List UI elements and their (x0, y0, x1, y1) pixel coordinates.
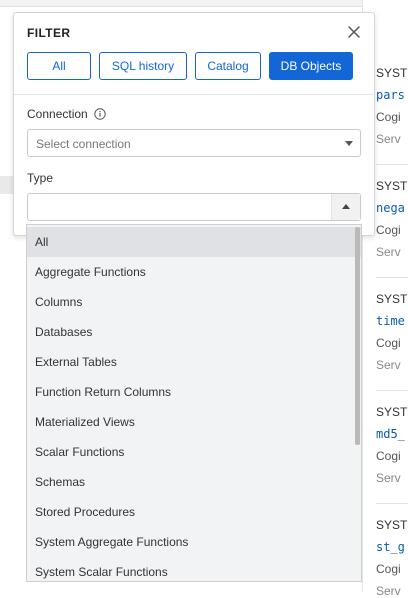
result-source: Cogi (376, 336, 401, 350)
chevron-down-icon (345, 141, 353, 146)
connection-label-row: Connection (27, 107, 106, 121)
result-source: Cogi (376, 110, 401, 124)
card-divider (376, 390, 408, 391)
top-toolbar-strip (0, 0, 408, 7)
card-divider (376, 164, 408, 165)
dropdown-option[interactable]: All (27, 227, 361, 257)
dropdown-scrollbar[interactable] (355, 227, 360, 445)
result-name[interactable]: pars (376, 88, 408, 102)
tab-all[interactable]: All (27, 52, 91, 80)
info-icon[interactable] (94, 108, 106, 120)
dropdown-option[interactable]: External Tables (27, 347, 361, 377)
dropdown-option[interactable]: Stored Procedures (27, 497, 361, 527)
chevron-up-icon (342, 204, 350, 209)
result-type: SYST (376, 405, 408, 419)
result-name[interactable]: st_g (376, 540, 408, 554)
dropdown-option[interactable]: System Aggregate Functions (27, 527, 361, 557)
dropdown-option[interactable]: Schemas (27, 467, 361, 497)
connection-placeholder: Select connection (36, 137, 131, 151)
type-select-toggle[interactable] (331, 194, 360, 220)
result-type: SYST (376, 518, 408, 532)
dropdown-option[interactable]: Materialized Views (27, 407, 361, 437)
type-label: Type (27, 171, 54, 185)
dropdown-option[interactable]: Columns (27, 287, 361, 317)
result-server: Serv (376, 471, 401, 485)
result-card[interactable]: SYST nega Cogi Serv (376, 179, 408, 259)
type-dropdown-list[interactable]: All Aggregate Functions Columns Database… (26, 224, 362, 582)
dropdown-option[interactable]: System Scalar Functions (27, 557, 361, 581)
dropdown-option[interactable]: Aggregate Functions (27, 257, 361, 287)
filter-panel: FILTER All SQL history Catalog DB Object… (13, 12, 375, 236)
result-type: SYST (376, 292, 408, 306)
result-source: Cogi (376, 562, 401, 576)
tab-sql-history[interactable]: SQL history (99, 52, 187, 80)
connection-select[interactable]: Select connection (27, 129, 361, 157)
result-card[interactable]: SYST st_g Cogi Serv (376, 518, 408, 598)
result-source: Cogi (376, 223, 401, 237)
filter-title: FILTER (27, 26, 71, 40)
result-type: SYST (376, 179, 408, 193)
result-server: Serv (376, 584, 401, 598)
close-icon (348, 26, 360, 38)
result-server: Serv (376, 245, 401, 259)
result-card[interactable]: SYST pars Cogi Serv (376, 66, 408, 146)
dropdown-option[interactable]: Databases (27, 317, 361, 347)
left-panel-divider (0, 6, 14, 7)
panel-divider (14, 94, 374, 95)
result-card[interactable]: SYST md5_ Cogi Serv (376, 405, 408, 485)
dropdown-option[interactable]: Scalar Functions (27, 437, 361, 467)
dropdown-option[interactable]: Function Return Columns (27, 377, 361, 407)
result-source: Cogi (376, 449, 401, 463)
card-divider (376, 277, 408, 278)
card-divider (376, 503, 408, 504)
left-panel-selected-row (0, 176, 14, 194)
result-card[interactable]: SYST time Cogi Serv (376, 292, 408, 372)
close-button[interactable] (346, 24, 362, 40)
type-select[interactable] (27, 193, 361, 221)
connection-label: Connection (27, 107, 88, 121)
result-server: Serv (376, 358, 401, 372)
tab-db-objects[interactable]: DB Objects (269, 52, 353, 80)
result-server: Serv (376, 132, 401, 146)
result-name[interactable]: md5_ (376, 427, 408, 441)
result-name[interactable]: nega (376, 201, 408, 215)
tab-catalog[interactable]: Catalog (195, 52, 261, 80)
result-type: SYST (376, 66, 408, 80)
result-name[interactable]: time (376, 314, 408, 328)
